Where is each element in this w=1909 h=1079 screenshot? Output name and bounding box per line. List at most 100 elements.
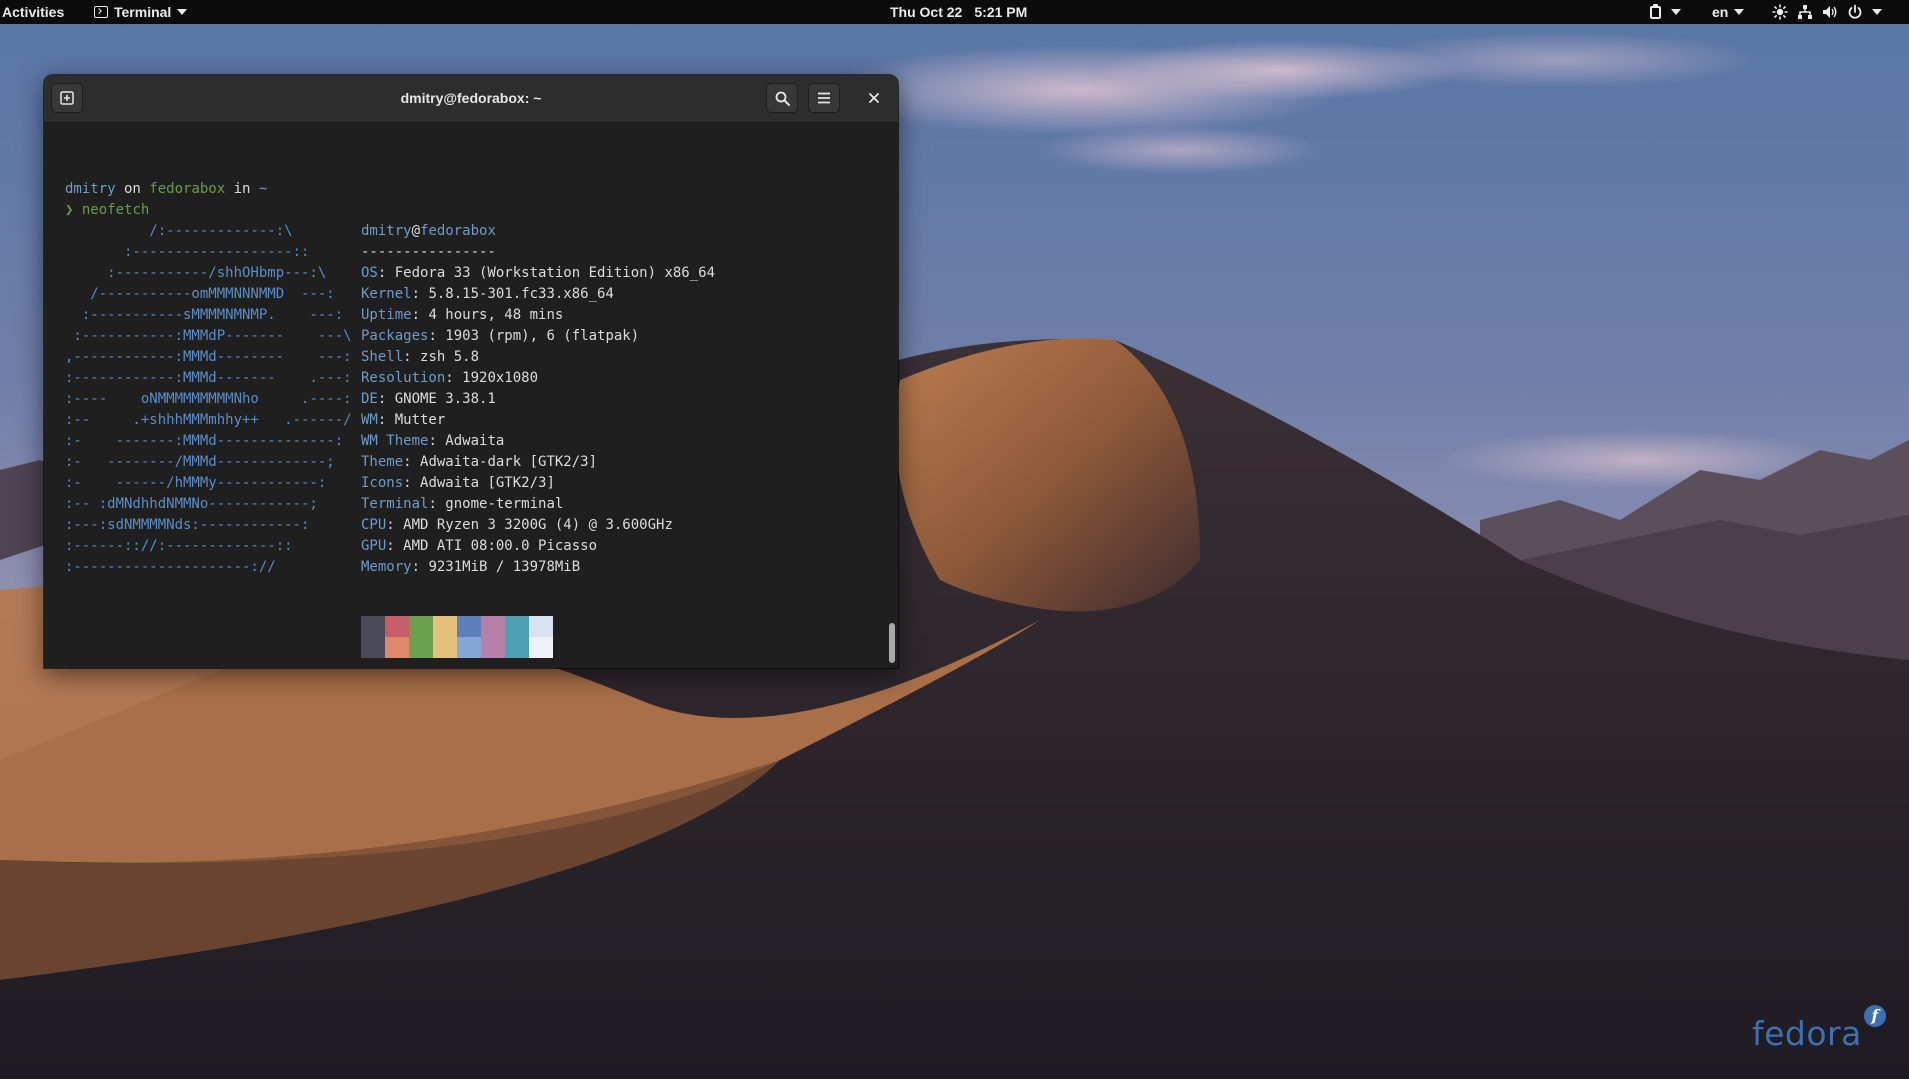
power-icon: [1848, 4, 1862, 19]
info-colon: :: [403, 349, 421, 365]
ascii-art-line: :---------------------://: [65, 559, 276, 575]
hamburger-menu-button[interactable]: [808, 83, 840, 113]
ascii-art-line: :-- :dMNdhhdNMMNo------------;: [65, 496, 318, 512]
top-bar: Activities Terminal Thu Oct 22 5:21 PM en: [0, 0, 1909, 24]
ascii-art-line: :---:sdNMMMMNds:------------:: [65, 517, 310, 533]
clipboard-icon: [1650, 3, 1661, 19]
keyboard-layout-indicator[interactable]: en: [1712, 0, 1745, 24]
chevron-down-icon: [1734, 9, 1745, 15]
app-menu-label: Terminal: [114, 4, 172, 20]
info-colon: :: [411, 559, 429, 575]
info-colon: :: [428, 496, 446, 512]
header-host: fedorabox: [420, 223, 496, 239]
info-value: Adwaita [GTK2/3]: [420, 475, 555, 491]
info-value: AMD ATI 08:00.0 Picasso: [403, 538, 598, 554]
neofetch-info-row: Kernel: 5.8.15-301.fc33.x86_64: [361, 284, 614, 305]
ascii-art-line: :-- .+shhhMMMmhhy++ .------/: [65, 412, 352, 428]
neofetch-header: dmitry@fedorabox: [361, 221, 496, 242]
neofetch-info-row: Shell: zsh 5.8: [361, 347, 479, 368]
info-colon: :: [377, 412, 395, 428]
clock-time: 5:21 PM: [974, 4, 1028, 20]
neofetch-info-row: Terminal: gnome-terminal: [361, 494, 563, 515]
terminal-headerbar[interactable]: dmitry@fedorabox: ~: [44, 75, 898, 123]
ascii-art-line: :------:://:-------------::: [65, 538, 293, 554]
system-menu[interactable]: [1772, 0, 1882, 24]
info-key: GPU: [361, 538, 387, 554]
color-palette: [361, 616, 553, 658]
hamburger-menu-icon: [818, 92, 830, 104]
prompt-path: ~: [258, 181, 268, 197]
info-value: 4 hours, 48 mins: [428, 307, 564, 323]
close-button[interactable]: [858, 83, 890, 113]
search-icon: [775, 91, 790, 106]
color-swatch: [361, 616, 385, 658]
scrollbar-thumb[interactable]: [889, 623, 895, 663]
neofetch-info-row: WM Theme: Adwaita: [361, 431, 504, 452]
info-key: CPU: [361, 517, 387, 533]
info-value: gnome-terminal: [445, 496, 564, 512]
ascii-art-line: :------------:MMMd------- .---:: [65, 370, 352, 386]
info-value: 1920x1080: [462, 370, 539, 386]
info-value: 9231MiB / 13978MiB: [428, 559, 581, 575]
prompt-host: fedorabox: [149, 181, 226, 197]
info-colon: :: [428, 328, 446, 344]
neofetch-info-row: Icons: Adwaita [GTK2/3]: [361, 473, 555, 494]
info-key: WM Theme: [361, 433, 429, 449]
info-colon: :: [428, 433, 446, 449]
ascii-art-line: :---- oNMMMMMMMMMNho .----:: [65, 391, 352, 407]
chevron-down-icon: [1872, 9, 1882, 15]
info-key: Theme: [361, 454, 404, 470]
info-key: Icons: [361, 475, 404, 491]
neofetch-info-row: Theme: Adwaita-dark [GTK2/3]: [361, 452, 597, 473]
info-key: Terminal: [361, 496, 429, 512]
info-value: zsh 5.8: [420, 349, 480, 365]
command-line: ❯ neofetch: [65, 200, 149, 221]
prompt-in: in: [225, 181, 259, 197]
search-button[interactable]: [766, 83, 798, 113]
activities-button[interactable]: Activities: [2, 0, 64, 24]
neofetch-info-row: Resolution: 1920x1080: [361, 368, 538, 389]
info-value: Mutter: [394, 412, 446, 428]
header-at: @: [411, 223, 421, 239]
info-value: Fedora 33 (Workstation Edition) x86_64: [394, 265, 716, 281]
info-colon: :: [445, 370, 463, 386]
info-value: Adwaita: [445, 433, 505, 449]
volume-icon: [1823, 6, 1837, 18]
info-key: Shell: [361, 349, 404, 365]
terminal-output[interactable]: dmitry on fedorabox in ~ ❯ neofetch /:---…: [44, 123, 886, 668]
neofetch-info-row: WM: Mutter: [361, 410, 445, 431]
brightness-icon: [1772, 4, 1788, 20]
ascii-art-line: ,------------:MMMd-------- ---:: [65, 349, 352, 365]
ascii-art-line: :- ------/hMMMy------------:: [65, 475, 327, 491]
color-swatch: [481, 616, 505, 658]
info-key: WM: [361, 412, 378, 428]
language-label: en: [1712, 4, 1729, 20]
terminal-icon: [94, 6, 108, 18]
info-colon: :: [386, 517, 404, 533]
neofetch-info-row: GPU: AMD ATI 08:00.0 Picasso: [361, 536, 597, 557]
ascii-art-line: :-----------sMMMMNMNMP. ---:: [65, 307, 344, 323]
chevron-down-icon: [177, 9, 188, 15]
color-swatch: [409, 616, 433, 658]
prompt-user: dmitry: [65, 181, 116, 197]
chevron-down-icon: [1671, 9, 1681, 15]
ascii-art-line: /-----------omMMMNNNMMD ---:: [65, 286, 335, 302]
fedora-badge-icon: f: [1864, 1005, 1886, 1027]
app-menu[interactable]: Terminal: [94, 0, 188, 24]
close-icon: [869, 93, 879, 103]
color-swatch: [505, 616, 529, 658]
terminal-window[interactable]: dmitry@fedorabox: ~ dmitry on fedorabox …: [44, 75, 898, 668]
ascii-art-line: :- -------:MMMd--------------:: [65, 433, 344, 449]
info-key: Kernel: [361, 286, 412, 302]
info-colon: :: [377, 265, 395, 281]
info-key: OS: [361, 265, 378, 281]
clipboard-indicator[interactable]: [1650, 0, 1681, 24]
scrollbar[interactable]: [886, 123, 898, 668]
info-colon: :: [403, 475, 421, 491]
info-value: 5.8.15-301.fc33.x86_64: [428, 286, 614, 302]
info-colon: :: [411, 307, 429, 323]
info-value: Adwaita-dark [GTK2/3]: [420, 454, 598, 470]
clock[interactable]: Thu Oct 22 5:21 PM: [890, 0, 1027, 24]
color-swatch: [529, 616, 553, 658]
neofetch-info-row: Uptime: 4 hours, 48 mins: [361, 305, 563, 326]
